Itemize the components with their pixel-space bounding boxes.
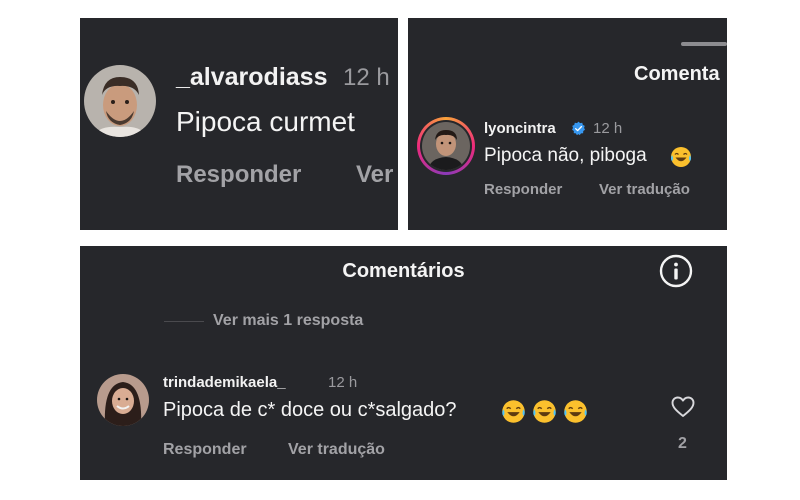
- heart-outline-icon[interactable]: [671, 396, 695, 418]
- info-icon[interactable]: [659, 254, 693, 288]
- laughing-tears-emoji: [564, 400, 587, 423]
- avatar-alvarodiass[interactable]: [84, 65, 156, 137]
- verified-badge-icon: [572, 121, 585, 136]
- laughing-tears-emoji: [502, 400, 525, 423]
- translate-button[interactable]: Ver tradução: [599, 181, 690, 198]
- translate-button[interactable]: Ver tradução: [288, 441, 385, 459]
- comment-username[interactable]: _alvarodiass: [176, 63, 328, 92]
- story-ring-gap: [420, 120, 472, 172]
- replies-divider: [164, 321, 204, 322]
- story-ring[interactable]: [417, 117, 475, 175]
- comment-time: 12 h: [593, 120, 623, 137]
- comments-header-title: Comenta: [634, 63, 720, 85]
- like-count: 2: [678, 435, 687, 452]
- comment-text: Pipoca de c* doce ou c*salgado?: [163, 399, 457, 421]
- avatar-lyoncintra[interactable]: [422, 122, 470, 170]
- reply-button[interactable]: Responder: [163, 441, 247, 459]
- avatar-trindademikaela[interactable]: [97, 374, 149, 426]
- comment-panel-trindademikaela: Comentários Ver mais 1 resposta trindade…: [80, 246, 727, 480]
- laughing-tears-emoji: [671, 147, 691, 167]
- reply-button[interactable]: Responder: [176, 161, 301, 189]
- comment-time: 12 h: [328, 374, 358, 391]
- comment-text: Pipoca não, piboga: [484, 145, 647, 166]
- emoji-group: [500, 398, 589, 425]
- comments-header-title: Comentários: [342, 260, 465, 282]
- comment-time: 12 h: [343, 64, 390, 91]
- comment-text: Pipoca curmet: [176, 106, 355, 137]
- translate-button[interactable]: Ver: [356, 161, 393, 189]
- sheet-drag-handle[interactable]: [681, 42, 727, 46]
- reply-button[interactable]: Responder: [484, 181, 562, 198]
- comment-panel-alvarodiass: _alvarodiass 12 h Pipoca curmet Responde…: [80, 18, 398, 230]
- view-more-replies-button[interactable]: Ver mais 1 resposta: [213, 312, 363, 330]
- comment-username[interactable]: lyoncintra: [484, 120, 556, 137]
- laughing-tears-emoji: [533, 400, 556, 423]
- comment-panel-lyoncintra: Comenta lyoncintra 12 h Pipoca não, pibo…: [408, 18, 727, 230]
- comment-username[interactable]: trindademikaela_: [163, 374, 286, 391]
